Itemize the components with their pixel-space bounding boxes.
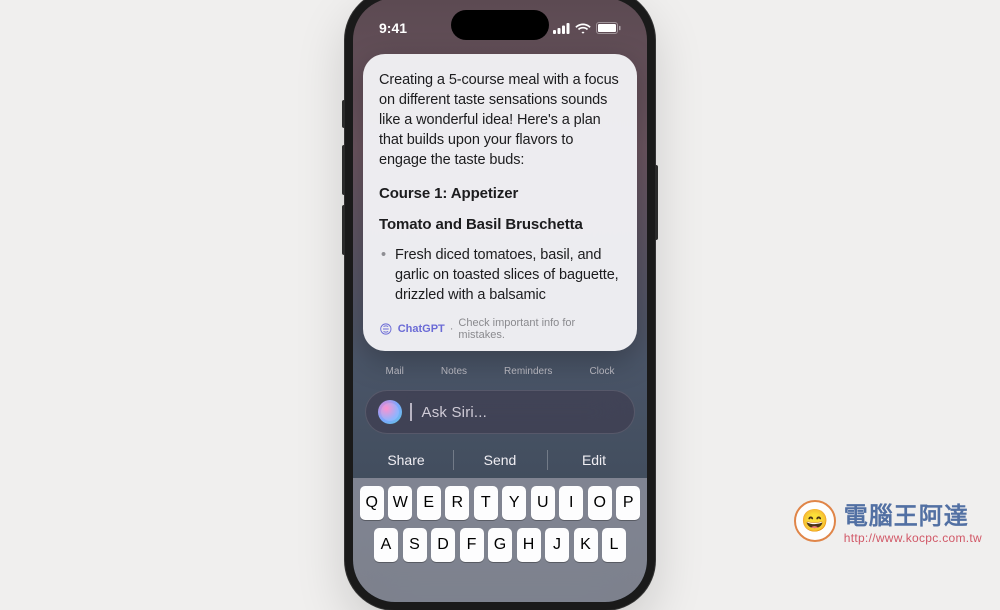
key-w[interactable]: W xyxy=(388,486,412,520)
phone-screen: 9:41 Creating a 5-course meal with a foc… xyxy=(353,0,647,602)
watermark-url: http://www.kocpc.com.tw xyxy=(844,531,982,545)
keyboard-row-1: Q W E R T Y U I O P xyxy=(357,486,643,520)
battery-icon xyxy=(596,22,621,34)
keyboard-suggestions: Share Send Edit xyxy=(353,444,647,476)
key-p[interactable]: P xyxy=(616,486,640,520)
key-e[interactable]: E xyxy=(417,486,441,520)
side-button xyxy=(342,100,345,128)
key-t[interactable]: T xyxy=(474,486,498,520)
volume-down-button xyxy=(342,205,345,255)
disclaimer-text: Check important info for mistakes. xyxy=(458,317,621,341)
key-u[interactable]: U xyxy=(531,486,555,520)
response-intro: Creating a 5-course meal with a focus on… xyxy=(379,70,621,170)
response-footer: ChatGPT · Check important info for mista… xyxy=(379,317,621,341)
source-label: ChatGPT xyxy=(398,323,445,335)
key-k[interactable]: K xyxy=(574,528,598,562)
app-label-mail: Mail xyxy=(386,366,404,377)
response-list: Fresh diced tomatoes, basil, and garlic … xyxy=(379,245,621,305)
keyboard: Q W E R T Y U I O P A S D F G H J K L xyxy=(353,478,647,602)
key-q[interactable]: Q xyxy=(360,486,384,520)
key-g[interactable]: G xyxy=(488,528,512,562)
app-label-clock: Clock xyxy=(589,366,614,377)
phone-frame: 9:41 Creating a 5-course meal with a foc… xyxy=(345,0,655,610)
response-heading-course: Course 1: Appetizer xyxy=(379,184,621,205)
key-d[interactable]: D xyxy=(431,528,455,562)
response-heading-dish: Tomato and Basil Bruschetta xyxy=(379,215,621,236)
key-j[interactable]: J xyxy=(545,528,569,562)
chatgpt-icon xyxy=(379,322,393,336)
power-button xyxy=(655,165,658,240)
siri-response-card[interactable]: Creating a 5-course meal with a focus on… xyxy=(363,54,637,351)
siri-placeholder: Ask Siri... xyxy=(422,404,488,421)
watermark-mascot-icon: 😄 xyxy=(794,500,836,542)
cellular-icon xyxy=(553,23,570,34)
home-app-labels: Mail Notes Reminders Clock xyxy=(353,366,647,377)
app-label-notes: Notes xyxy=(441,366,467,377)
volume-up-button xyxy=(342,145,345,195)
status-indicators xyxy=(553,22,621,34)
key-y[interactable]: Y xyxy=(502,486,526,520)
suggestion-send[interactable]: Send xyxy=(453,444,547,476)
dynamic-island xyxy=(451,10,549,40)
response-list-item: Fresh diced tomatoes, basil, and garlic … xyxy=(395,245,621,305)
key-a[interactable]: A xyxy=(374,528,398,562)
key-l[interactable]: L xyxy=(602,528,626,562)
keyboard-row-2: A S D F G H J K L xyxy=(357,528,643,562)
suggestion-edit[interactable]: Edit xyxy=(547,444,641,476)
wifi-icon xyxy=(575,23,591,34)
watermark: 😄 電腦王阿達 http://www.kocpc.com.tw xyxy=(794,496,982,545)
key-f[interactable]: F xyxy=(460,528,484,562)
app-label-reminders: Reminders xyxy=(504,366,552,377)
key-h[interactable]: H xyxy=(517,528,541,562)
footer-separator: · xyxy=(450,323,454,335)
watermark-title: 電腦王阿達 xyxy=(844,496,982,531)
status-time: 9:41 xyxy=(379,20,407,36)
siri-input[interactable]: Ask Siri... xyxy=(365,390,635,434)
key-i[interactable]: I xyxy=(559,486,583,520)
response-body: Creating a 5-course meal with a focus on… xyxy=(379,70,621,305)
suggestion-share[interactable]: Share xyxy=(359,444,453,476)
key-r[interactable]: R xyxy=(445,486,469,520)
text-caret xyxy=(410,403,412,421)
siri-orb-icon xyxy=(378,400,402,424)
key-s[interactable]: S xyxy=(403,528,427,562)
key-o[interactable]: O xyxy=(588,486,612,520)
